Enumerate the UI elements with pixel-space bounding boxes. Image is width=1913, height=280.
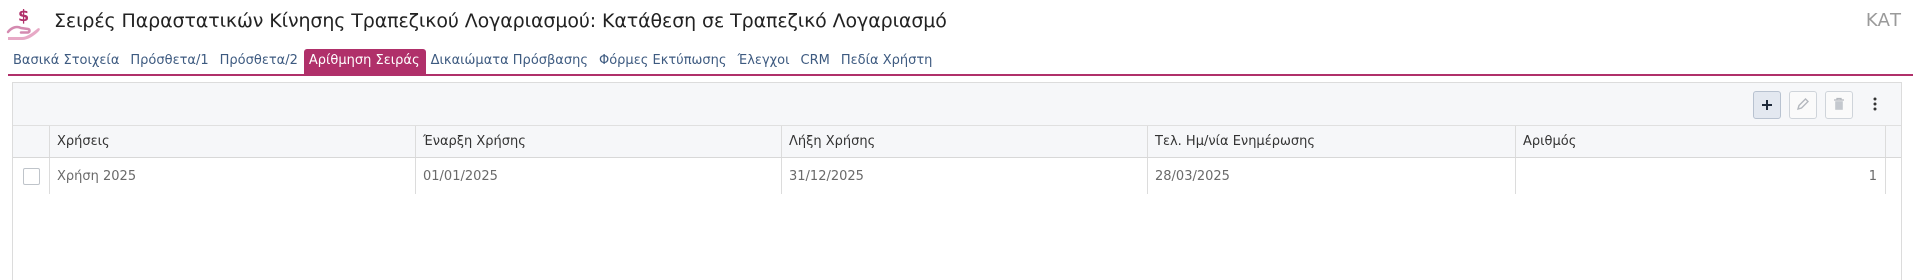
column-header-start-date[interactable]: Έναρξη Χρήσης: [416, 126, 782, 157]
tab-bar: Βασικά Στοιχεία Πρόσθετα/1 Πρόσθετα/2 Αρ…: [8, 49, 938, 75]
svg-text:$: $: [18, 6, 29, 25]
grid-header-row: Χρήσεις Έναρξη Χρήσης Λήξη Χρήσης Τελ. Η…: [13, 126, 1901, 158]
numbering-panel: Χρήσεις Έναρξη Χρήσης Λήξη Χρήσης Τελ. Η…: [12, 82, 1902, 280]
cell-start-date: 01/01/2025: [416, 158, 782, 194]
numbering-grid: Χρήσεις Έναρξη Χρήσης Λήξη Χρήσης Τελ. Η…: [13, 126, 1901, 194]
plus-icon: [1761, 96, 1773, 115]
cell-last-update: 28/03/2025: [1148, 158, 1516, 194]
row-gutter: [1886, 158, 1902, 194]
mode-indicator: ΚΑΤ: [1865, 10, 1901, 31]
row-checkbox[interactable]: [22, 167, 40, 185]
tab-extra-2[interactable]: Πρόσθετα/2: [215, 49, 304, 75]
delete-button[interactable]: [1825, 91, 1853, 119]
row-select-cell: [13, 158, 50, 194]
money-hand-icon: $: [6, 6, 44, 42]
tab-access-rights[interactable]: Δικαιώματα Πρόσβασης: [426, 49, 594, 75]
vertical-dots-icon: [1873, 96, 1877, 115]
tab-crm[interactable]: CRM: [796, 49, 836, 75]
column-header-end-date[interactable]: Λήξη Χρήσης: [782, 126, 1148, 157]
edit-button[interactable]: [1789, 91, 1817, 119]
tab-user-fields[interactable]: Πεδία Χρήστη: [836, 49, 939, 75]
trash-icon: [1833, 96, 1845, 115]
tab-underline: [8, 74, 1913, 76]
column-header-number[interactable]: Αριθμός: [1516, 126, 1886, 157]
column-header-last-update[interactable]: Τελ. Ημ/νία Ενημέρωσης: [1148, 126, 1516, 157]
tab-print-forms[interactable]: Φόρμες Εκτύπωσης: [594, 49, 733, 75]
tab-checks[interactable]: Έλεγχοι: [733, 49, 796, 75]
cell-number: 1: [1516, 158, 1886, 194]
more-options-button[interactable]: [1865, 91, 1885, 119]
page-header: $ Σειρές Παραστατικών Κίνησης Τραπεζικού…: [0, 0, 1913, 46]
grid-toolbar: [13, 83, 1901, 126]
pencil-icon: [1796, 96, 1810, 115]
tab-extra-1[interactable]: Πρόσθετα/1: [125, 49, 214, 75]
tab-series-numbering[interactable]: Αρίθμηση Σειράς: [303, 49, 426, 75]
table-row[interactable]: Χρήση 2025 01/01/2025 31/12/2025 28/03/2…: [13, 158, 1901, 194]
tab-basic-info[interactable]: Βασικά Στοιχεία: [8, 49, 125, 75]
cell-fiscal-year: Χρήση 2025: [50, 158, 416, 194]
add-button[interactable]: [1753, 91, 1781, 119]
column-header-fiscal-years[interactable]: Χρήσεις: [50, 126, 416, 157]
cell-end-date: 31/12/2025: [782, 158, 1148, 194]
grid-scroll-gutter: [1886, 126, 1902, 157]
page-title: Σειρές Παραστατικών Κίνησης Τραπεζικού Λ…: [54, 10, 947, 32]
select-column-header: [13, 126, 50, 157]
